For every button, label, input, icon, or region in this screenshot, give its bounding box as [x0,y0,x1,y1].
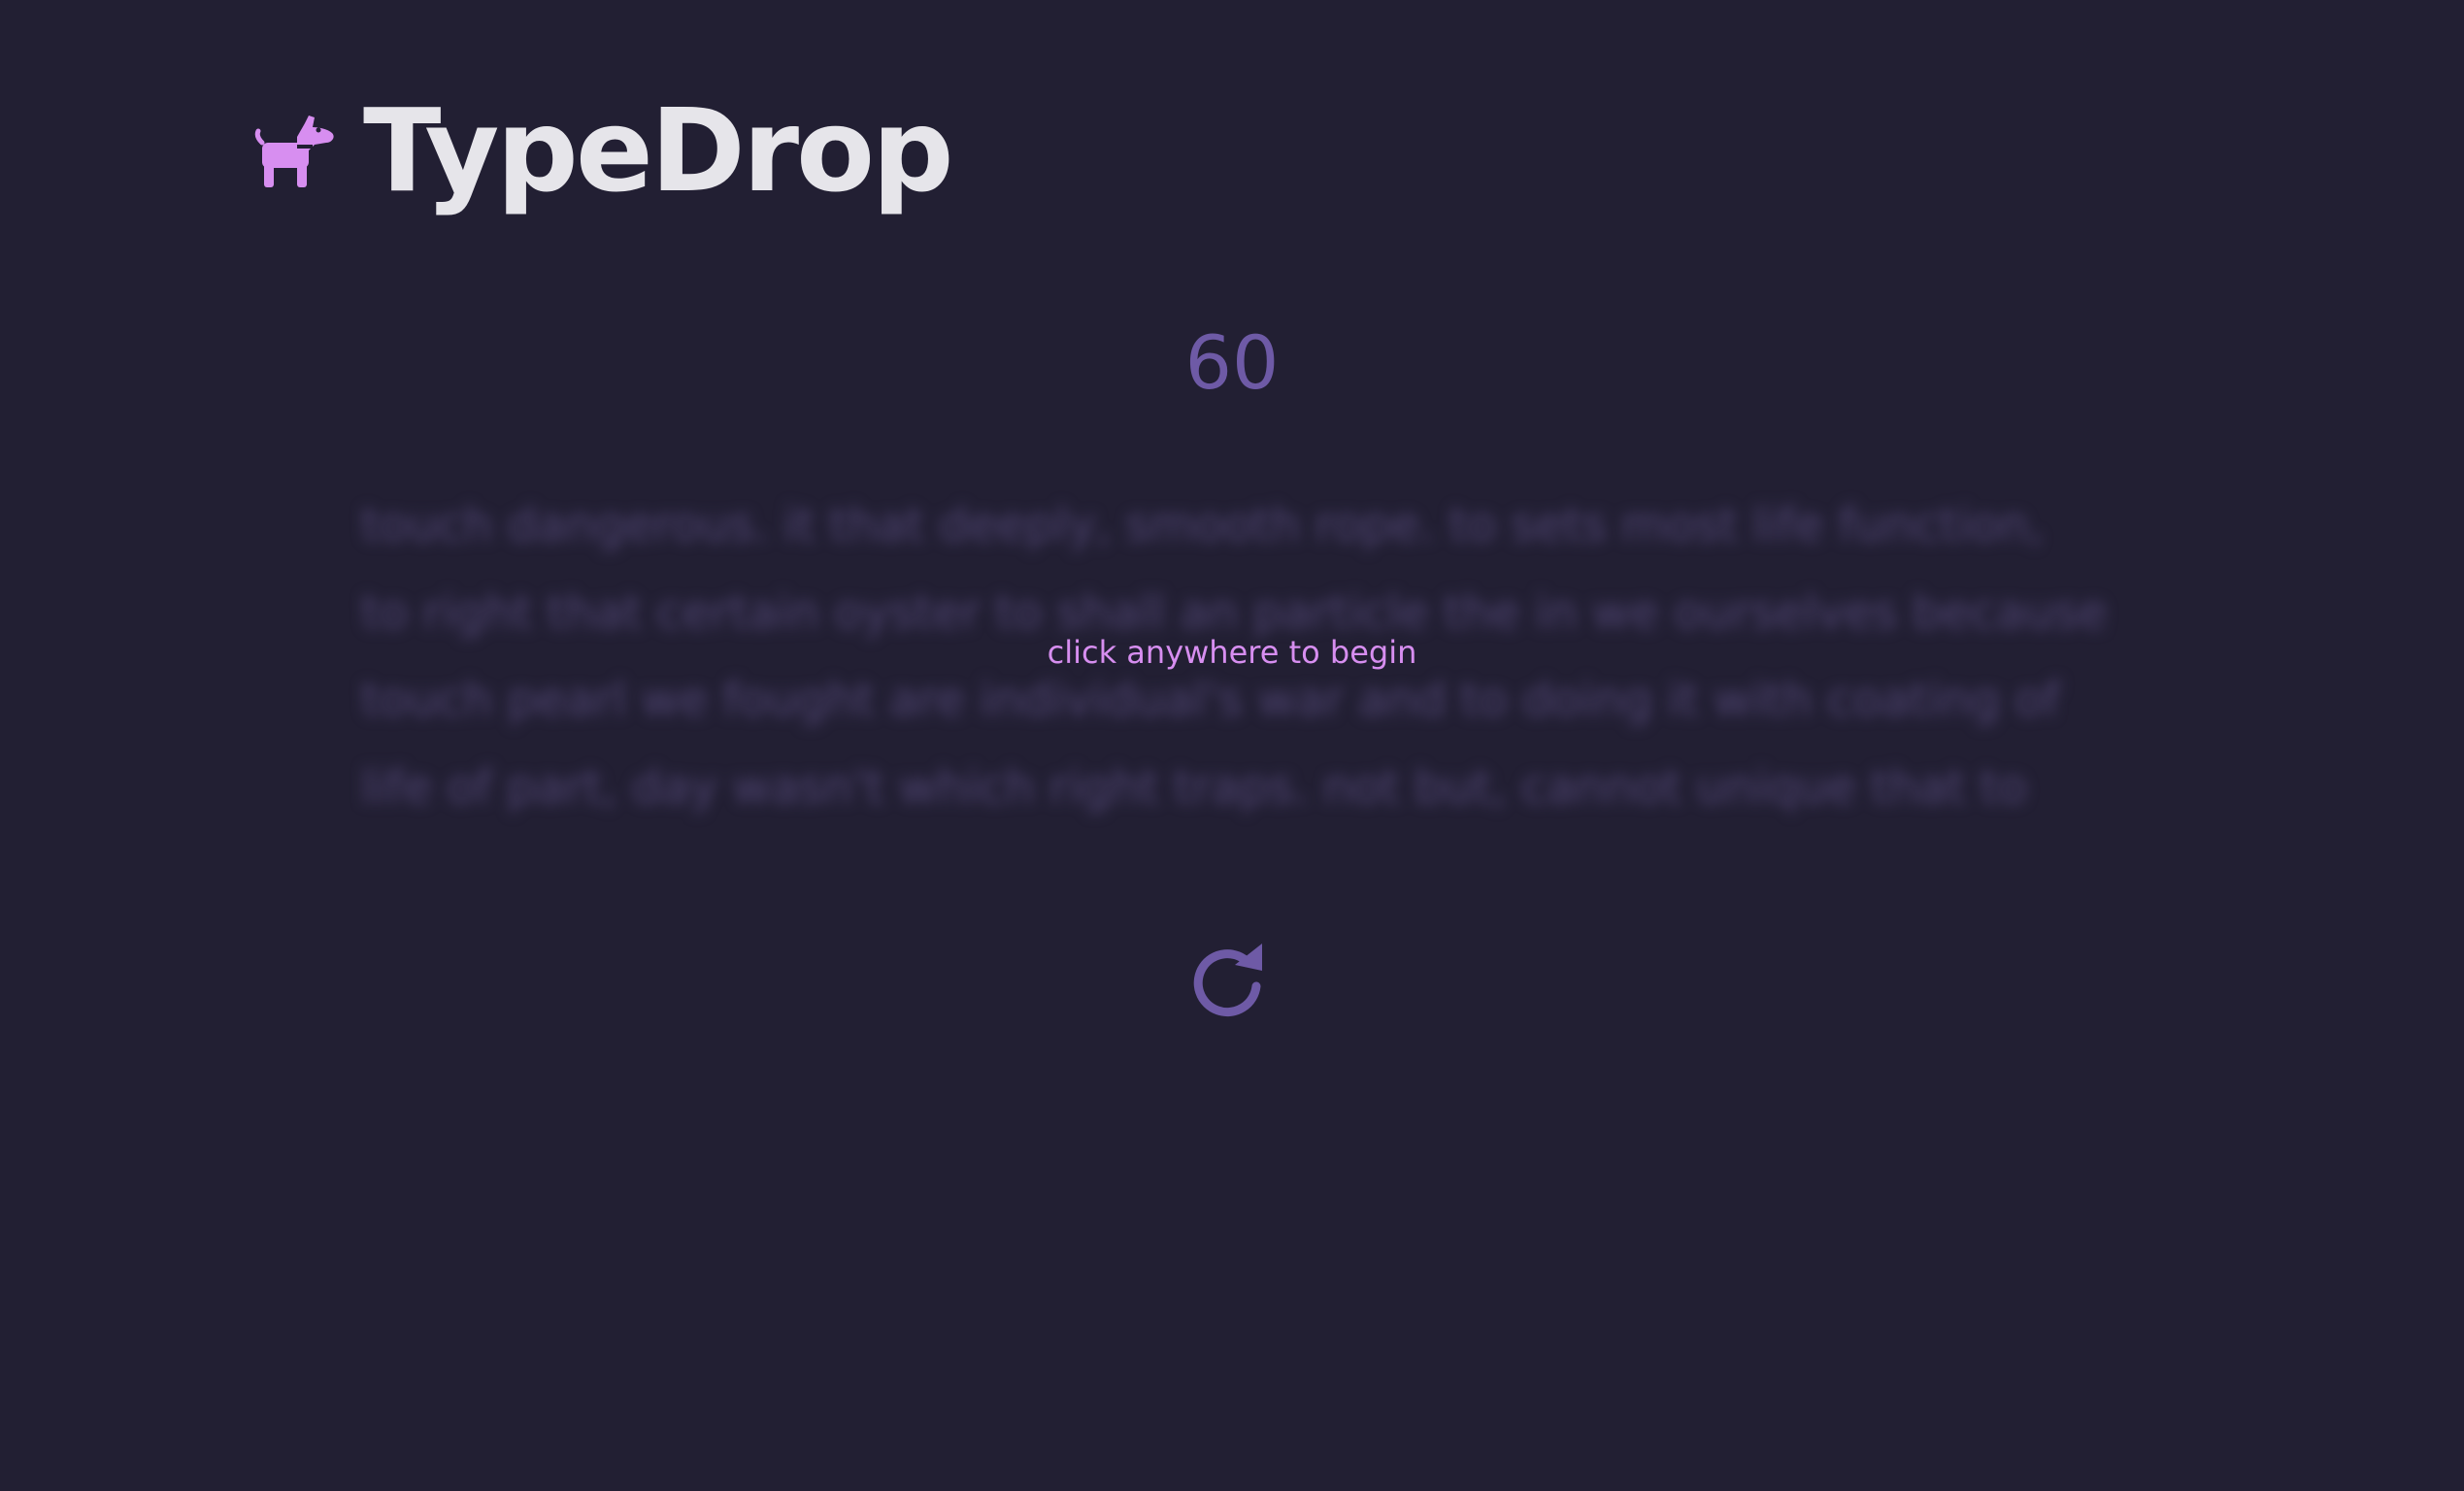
app-header: TypeDrop [254,78,954,223]
click-to-begin-message[interactable]: click anywhere to begin [0,631,2464,674]
typing-page: TypeDrop 60 touch dangerous. it that dee… [0,0,2464,1491]
app-title: TypeDrop [363,83,954,217]
text-line: life of part, day wasn't which right tra… [361,760,2027,814]
dog-icon [254,116,334,189]
restart-icon[interactable] [1190,940,1268,1017]
text-line: touch dangerous. it that deeply, smooth … [361,498,2044,552]
countdown-timer: 60 [1184,319,1280,406]
